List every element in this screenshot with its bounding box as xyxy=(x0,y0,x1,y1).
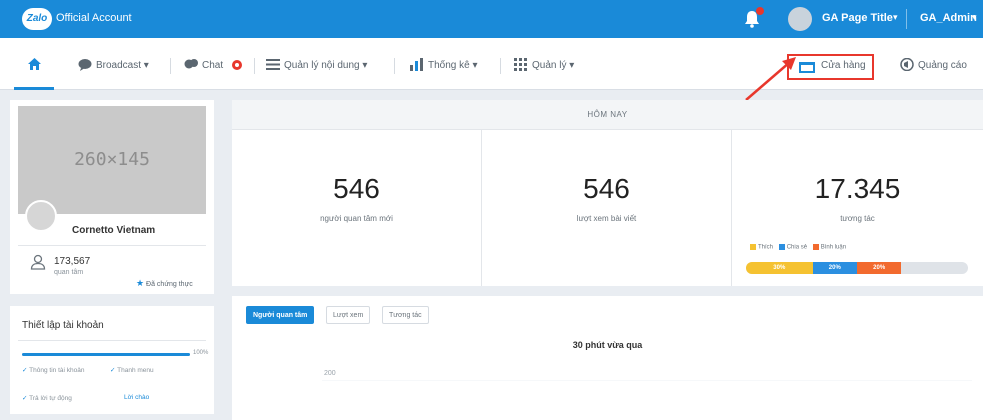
grid-icon xyxy=(514,58,527,71)
broadcast-icon xyxy=(78,59,92,71)
chart-area xyxy=(322,380,972,381)
nav-statistics[interactable]: Thống kê ▾ xyxy=(428,60,478,71)
interaction-breakdown-bar: 30% 20% 20% xyxy=(746,262,968,274)
check-icon: ✓ xyxy=(22,395,28,402)
divider xyxy=(394,58,395,74)
tab-interactions[interactable]: Tương tác xyxy=(382,306,429,324)
setup-progress xyxy=(22,353,190,356)
y-axis-tick: 200 xyxy=(324,370,336,377)
chart-title: 30 phút vừa qua xyxy=(572,340,643,350)
main-nav: Broadcast ▾ Chat Quản lý nội dung ▾ Thốn… xyxy=(0,38,983,90)
progress-fill xyxy=(22,353,190,356)
cover-image: 260×145 xyxy=(18,106,206,214)
star-icon: ★ xyxy=(136,278,145,288)
divider xyxy=(18,340,206,341)
megaphone-icon xyxy=(900,58,914,71)
app-title: Official Account xyxy=(56,12,132,24)
nav-chat[interactable]: Chat xyxy=(202,60,223,71)
nav-content[interactable]: Quản lý nội dung ▾ xyxy=(284,60,367,71)
profile-name[interactable]: Cornetto Vietnam xyxy=(72,225,155,236)
check-icon: ✓ xyxy=(110,367,116,374)
tab-views[interactable]: Lượt xem xyxy=(326,306,371,324)
stat-label: người quan tâm mới xyxy=(320,214,393,223)
divider xyxy=(170,58,171,74)
chevron-down-icon[interactable]: ▾ xyxy=(893,12,898,23)
today-stats-panel: HÔM NAY 546 người quan tâm mới 546 lượt … xyxy=(232,100,983,286)
top-bar: Zalo Official Account GA Page Title ▾ GA… xyxy=(0,0,983,38)
admin-menu[interactable]: GA_Admin xyxy=(920,12,977,24)
chart-panel: Người quan tâm Lượt xem Tương tác 30 phú… xyxy=(232,296,983,420)
chat-badge xyxy=(232,60,242,70)
account-setup-card: Thiết lập tài khoản 100% ✓ Thông tin tài… xyxy=(10,306,214,414)
home-tab[interactable] xyxy=(14,38,54,90)
interaction-legend: Thích Chia sẻ Bình luận xyxy=(746,244,846,251)
chevron-down-icon[interactable]: ▾ xyxy=(972,12,977,23)
legend-swatch xyxy=(778,244,785,250)
page-title-dropdown[interactable]: GA Page Title xyxy=(822,12,893,24)
store-icon xyxy=(799,62,815,73)
nav-label: Quản lý nội dung xyxy=(284,60,360,71)
nav-label: Thống kê xyxy=(428,60,470,71)
avatar xyxy=(25,200,57,232)
nav-label: Broadcast xyxy=(96,60,142,71)
stats-header: HÔM NAY xyxy=(232,100,983,130)
stat-value: 17.345 xyxy=(814,173,901,204)
breakdown-segment: 20% xyxy=(856,262,902,274)
verified-badge: ★ Đã chứng thực xyxy=(136,278,193,289)
divider xyxy=(906,9,907,29)
setup-item-label: Thanh menu xyxy=(117,367,154,374)
setup-item[interactable]: ✓ Trả lời tự động xyxy=(22,394,72,402)
breakdown-segment: 20% xyxy=(812,262,857,274)
legend-swatch xyxy=(812,244,819,250)
setup-item-label: Thông tin tài khoản xyxy=(29,367,85,374)
bar-chart-icon xyxy=(410,58,423,71)
check-icon: ✓ xyxy=(22,367,28,374)
nav-broadcast[interactable]: Broadcast ▾ xyxy=(96,60,149,71)
stat-interactions: 17.345 tương tác Thích Chia sẻ Bình luận… xyxy=(732,130,983,286)
setup-title: Thiết lập tài khoản xyxy=(22,320,104,331)
user-icon xyxy=(30,254,46,270)
stat-label: lượt xem bài viết xyxy=(576,214,637,223)
divider xyxy=(500,58,501,74)
verified-label: Đã chứng thực xyxy=(146,281,193,288)
follower-count: 173,567 xyxy=(54,256,91,267)
list-icon xyxy=(266,59,280,70)
breakdown-segment: 30% xyxy=(746,262,813,274)
tab-followers[interactable]: Người quan tâm xyxy=(246,306,315,324)
progress-label: 100% xyxy=(193,350,209,356)
chat-icon xyxy=(184,59,198,69)
setup-item-label: Trả lời tự động xyxy=(29,395,72,402)
legend-label: Bình luận xyxy=(820,244,847,251)
divider xyxy=(254,58,255,74)
legend-label: Chia sẻ xyxy=(786,244,808,251)
stat-value: 546 xyxy=(333,173,380,204)
profile-card: 260×145 Cornetto Vietnam 173,567 quan tâ… xyxy=(10,100,214,294)
zalo-logo[interactable]: Zalo xyxy=(22,8,52,30)
notification-dot xyxy=(756,7,764,15)
legend-swatch xyxy=(750,244,756,250)
divider xyxy=(18,245,206,246)
stat-value: 546 xyxy=(583,173,630,204)
stat-label: tương tác xyxy=(840,214,875,223)
legend-label: Thích xyxy=(758,244,774,251)
follower-label: quan tâm xyxy=(54,269,84,276)
stat-post-views: 546 lượt xem bài viết xyxy=(482,130,732,286)
nav-management[interactable]: Quản lý ▾ xyxy=(532,60,574,71)
page-avatar[interactable] xyxy=(788,7,812,31)
nav-store[interactable]: Cửa hàng xyxy=(821,60,866,71)
stat-new-followers: 546 người quan tâm mới xyxy=(232,130,482,286)
setup-item[interactable]: ✓ Thanh menu xyxy=(110,366,154,374)
home-icon xyxy=(28,58,41,70)
setup-item[interactable]: ✓ Thông tin tài khoản xyxy=(22,366,84,374)
pointer-arrow xyxy=(745,57,796,101)
nav-ads[interactable]: Quảng cáo xyxy=(918,60,967,71)
greeting-link[interactable]: Lời chào xyxy=(124,394,149,401)
nav-label: Quản lý xyxy=(532,60,567,71)
